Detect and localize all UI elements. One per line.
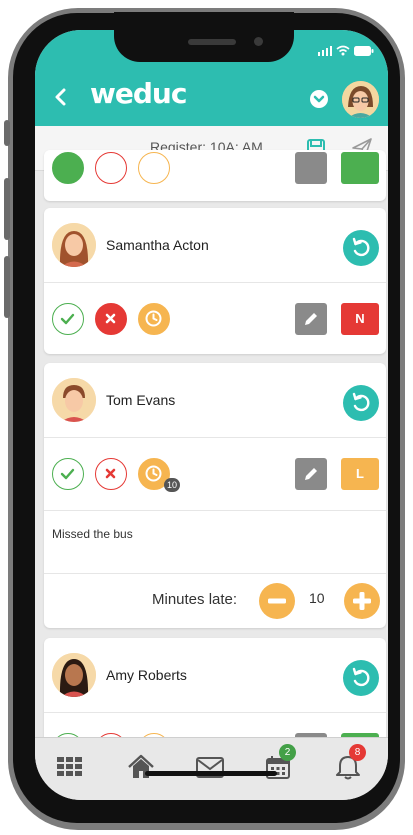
student-avatar-image (52, 223, 96, 267)
reset-button[interactable] (343, 385, 379, 421)
chevron-down-icon (313, 95, 325, 103)
student-header: Amy Roberts (44, 638, 386, 713)
student-name: Amy Roberts (106, 667, 187, 683)
pencil-icon (305, 468, 317, 480)
close-icon (105, 313, 116, 324)
back-button[interactable] (51, 86, 71, 108)
app-logo: weduc (90, 77, 187, 110)
nav-apps[interactable] (55, 752, 85, 782)
plus-icon (353, 592, 371, 610)
nav-calendar[interactable]: 2 (263, 744, 296, 782)
status-bar (318, 45, 374, 56)
account-dropdown-button[interactable] (310, 90, 328, 108)
student-avatar-image (52, 378, 96, 422)
camera (254, 37, 263, 46)
present-button[interactable] (52, 152, 84, 184)
edit-note-button[interactable] (295, 303, 327, 335)
check-icon (60, 313, 75, 325)
refresh-icon (352, 237, 370, 257)
bottom-nav: 2 8 (35, 737, 388, 800)
present-button[interactable] (52, 303, 84, 335)
nav-home[interactable] (126, 752, 156, 782)
absent-button[interactable] (95, 303, 127, 335)
calendar-badge: 2 (279, 744, 296, 761)
user-avatar[interactable] (342, 81, 379, 118)
late-minutes-badge: 10 (164, 478, 180, 492)
note-field[interactable]: Missed the bus (44, 510, 386, 574)
pencil-icon (305, 313, 317, 325)
close-icon (105, 468, 116, 479)
code-button[interactable] (341, 152, 379, 184)
signal-icon (318, 45, 332, 56)
clock-icon (145, 310, 162, 327)
notifications-badge: 8 (349, 744, 366, 761)
wifi-icon (336, 45, 350, 56)
absent-button[interactable] (95, 458, 127, 490)
student-card: Samantha Acton N (44, 208, 386, 354)
register-code-button[interactable]: N (341, 303, 379, 335)
student-card: Tom Evans 10 L Missed the bus Minutes la… (44, 363, 386, 628)
student-name: Tom Evans (106, 392, 176, 408)
minus-icon (268, 598, 286, 604)
edit-button[interactable] (295, 152, 327, 184)
attendance-actions: 10 L (44, 438, 386, 510)
home-icon (128, 754, 154, 778)
nav-notifications[interactable]: 8 (333, 744, 366, 782)
increase-minutes-button[interactable] (344, 583, 380, 619)
attendance-actions: N (44, 283, 386, 355)
reset-button[interactable] (343, 660, 379, 696)
decrease-minutes-button[interactable] (259, 583, 295, 619)
student-avatar (52, 378, 96, 422)
student-avatar (52, 223, 96, 267)
student-avatar-image (52, 653, 96, 697)
student-name: Samantha Acton (106, 237, 209, 253)
student-header: Tom Evans (44, 363, 386, 438)
side-button-volume-up (4, 178, 10, 240)
nav-messages[interactable] (195, 752, 225, 782)
refresh-icon (352, 667, 370, 687)
check-icon (60, 468, 75, 480)
late-button[interactable] (138, 152, 170, 184)
notch (114, 12, 294, 62)
user-avatar-image (342, 81, 379, 118)
reset-button[interactable] (343, 230, 379, 266)
chevron-left-icon (55, 88, 66, 106)
register-code-button[interactable]: L (341, 458, 379, 490)
student-avatar (52, 653, 96, 697)
refresh-icon (352, 392, 370, 412)
minutes-late-row: Minutes late: 10 (44, 574, 386, 626)
student-header: Samantha Acton (44, 208, 386, 283)
note-text: Missed the bus (52, 527, 133, 541)
mail-icon (196, 757, 224, 778)
previous-student-card (44, 150, 386, 201)
battery-icon (354, 45, 374, 56)
home-indicator[interactable] (145, 771, 277, 776)
side-button-mute (4, 120, 10, 146)
speaker (188, 39, 236, 45)
edit-note-button[interactable] (295, 458, 327, 490)
side-button-volume-down (4, 256, 10, 318)
grid-icon (57, 757, 82, 776)
app-screen: weduc Register: 10A: AM Samantha Acton N… (35, 30, 388, 800)
minutes-late-label: Minutes late: (152, 591, 238, 608)
late-button[interactable] (138, 303, 170, 335)
minutes-late-value: 10 (309, 590, 325, 606)
absent-button[interactable] (95, 152, 127, 184)
present-button[interactable] (52, 458, 84, 490)
